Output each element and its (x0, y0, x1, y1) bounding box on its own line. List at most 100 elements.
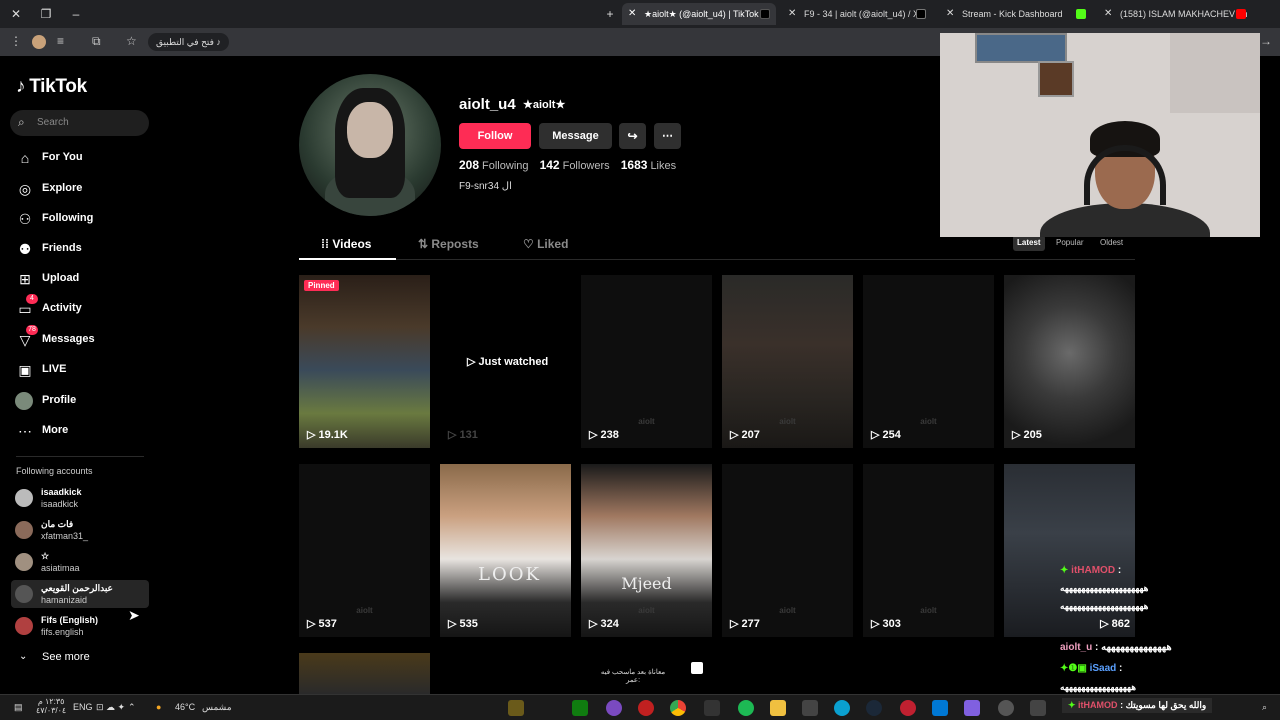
video-thumbnail[interactable]: aiolt ▷ 254 (863, 275, 994, 448)
close-tab-icon[interactable]: ✕ (946, 3, 954, 25)
video-thumbnail[interactable]: aiolt ▷ 537 (299, 464, 430, 637)
nav-for-you[interactable]: ⌂ For You (15, 146, 150, 170)
heart-icon: ♡ (523, 237, 538, 251)
restore-window-icon[interactable]: ❐ (38, 6, 54, 22)
tab-search-icon[interactable]: ≡ (57, 34, 64, 48)
sort-oldest-button[interactable]: Oldest (1096, 235, 1127, 251)
view-count: ▷ 254 (871, 429, 901, 441)
video-thumbnail[interactable] (299, 653, 430, 694)
new-tab-icon[interactable]: + (602, 6, 618, 22)
nav-profile[interactable]: Profile (15, 389, 150, 413)
chrome-icon[interactable] (670, 700, 686, 716)
extensions-icon[interactable]: ⧉ (92, 34, 101, 49)
app-icon[interactable] (508, 700, 524, 716)
nav-friends[interactable]: ⚉ Friends (15, 237, 150, 261)
profile-avatar-icon[interactable] (32, 35, 46, 49)
tab-liked[interactable]: ♡ Liked (523, 237, 568, 251)
browser-tab-youtube[interactable]: ✕ (1581) ISLAM MAKHACHEV on (1098, 3, 1252, 25)
tiktok-logo[interactable]: ♪ TikTok (16, 76, 87, 98)
more-options-icon[interactable]: ⋯ (654, 123, 681, 149)
notification-icon[interactable]: ▤ (14, 702, 23, 713)
sort-popular-button[interactable]: Popular (1052, 235, 1088, 251)
video-thumbnail[interactable]: aiolt ▷ 207 (722, 275, 853, 448)
profile-avatar[interactable] (299, 74, 441, 216)
just-watched-label: ▷ Just watched (467, 356, 549, 368)
search-input[interactable]: ⌕ Search (10, 110, 149, 136)
open-in-app-button[interactable]: فتح في التطبيق ♪ (148, 33, 229, 51)
view-count-value: 303 (882, 618, 901, 630)
app-icon[interactable] (606, 700, 622, 716)
nav-label: Friends (42, 242, 82, 254)
minimize-window-icon[interactable]: – (68, 6, 84, 22)
profile-bio: F9-snr34 ال (459, 181, 512, 192)
account-name: isaadkick (41, 487, 82, 497)
close-window-icon[interactable]: ✕ (8, 6, 24, 22)
chat-message: ✦ itHAMOD : والله يحق لها مسويتك (1062, 698, 1213, 713)
live-icon: ▣ (18, 362, 32, 378)
nav-explore[interactable]: ◎ Explore (15, 177, 150, 201)
following-account-item[interactable]: فات مان xfatman31_ (11, 516, 149, 544)
store-icon[interactable] (704, 700, 720, 716)
chat-text: ههههههههههههههههههههه (1060, 601, 1149, 611)
weather-temp[interactable]: 46°C (175, 702, 195, 712)
task-view-icon[interactable] (1030, 700, 1046, 716)
network-icon[interactable]: ⊡ ☁ ✦ (96, 702, 125, 713)
diamond-badge-icon: ✦ (1068, 700, 1079, 710)
nav-live[interactable]: ▣ LIVE (15, 358, 150, 382)
following-account-item[interactable]: عبدالرحمن القويعي hamanizaid (11, 580, 149, 608)
nav-upload[interactable]: ⊞ Upload (15, 267, 150, 291)
video-thumbnail[interactable]: aiolt ▷ 238 (581, 275, 712, 448)
background-shelf (1170, 33, 1260, 113)
app-icon[interactable] (900, 700, 916, 716)
app-icon[interactable] (638, 700, 654, 716)
close-tab-icon[interactable]: ✕ (788, 3, 796, 25)
close-tab-icon[interactable]: ✕ (628, 3, 636, 25)
forward-arrow-icon[interactable]: → (1260, 34, 1272, 48)
spotify-icon[interactable] (738, 700, 754, 716)
menu-dots-icon[interactable]: ⋮ (10, 34, 22, 48)
nav-label: More (42, 424, 69, 436)
video-thumbnail[interactable]: aiolt ▷ 277 (722, 464, 853, 637)
app-icon[interactable] (998, 700, 1014, 716)
following-account-item[interactable]: ☆ asiatimaa (11, 548, 149, 576)
search-icon: ⌕ (18, 115, 25, 129)
file-explorer-icon[interactable] (770, 700, 786, 716)
messages-badge: 78 (26, 325, 38, 335)
follow-button[interactable]: Follow (459, 123, 531, 149)
nav-more[interactable]: ⋯ More (15, 419, 150, 443)
browser-tab-kick[interactable]: ✕ Stream - Kick Dashboard (940, 3, 1092, 25)
see-more-button[interactable]: ⌄ See more (15, 649, 115, 667)
video-thumbnail[interactable]: ▷ 205 (1004, 275, 1135, 448)
outlook-icon[interactable] (932, 700, 948, 716)
clock[interactable]: ١٢:٣٥ م ٤٧/٠٣/٠٤ (36, 697, 66, 715)
share-icon[interactable]: ↪ (619, 123, 646, 149)
steam-icon[interactable] (866, 700, 882, 716)
tab-videos[interactable]: ⁞⁞ Videos (321, 237, 371, 251)
following-account-item[interactable]: isaadkick isaadkick (11, 484, 149, 512)
watermark: aiolt (920, 605, 937, 615)
tab-reposts[interactable]: ⇅ Reposts (418, 237, 479, 251)
app-icon[interactable] (802, 700, 818, 716)
search-icon[interactable]: ⌕ (1262, 702, 1267, 713)
xbox-icon[interactable] (572, 700, 588, 716)
view-count: ▷ 238 (589, 429, 619, 441)
sort-latest-button[interactable]: Latest (1013, 235, 1045, 251)
view-count: ▷ 131 (448, 429, 478, 441)
language-indicator[interactable]: ENG (73, 702, 93, 712)
video-thumbnail[interactable]: aiolt ▷ 303 (863, 464, 994, 637)
nav-activity[interactable]: ▭ 4 Activity (15, 294, 150, 321)
bookmark-star-icon[interactable]: ☆ (126, 34, 137, 48)
chat-text: : والله يحق لها مسويتك (1120, 700, 1207, 710)
browser-tab-x[interactable]: ✕ F9 - 34 | aiolt (@aiolt_u4) / X (782, 3, 932, 25)
message-button[interactable]: Message (539, 123, 612, 149)
nav-following[interactable]: ⚇ Following (15, 207, 150, 231)
copilot-icon[interactable] (964, 700, 980, 716)
nav-messages[interactable]: ▽ 78 Messages (15, 325, 150, 352)
video-thumbnail[interactable]: Mjeed aiolt ▷ 324 (581, 464, 712, 637)
browser-tab-tiktok[interactable]: ✕ ★aiolt★ (@aiolt_u4) | TikTok (622, 3, 776, 25)
chevron-up-icon[interactable]: ⌃ (128, 702, 136, 713)
video-thumbnail[interactable]: Pinned ▷ 19.1K (299, 275, 430, 448)
edge-icon[interactable] (834, 700, 850, 716)
video-thumbnail[interactable]: LOOK ▷ 535 (440, 464, 571, 637)
close-tab-icon[interactable]: ✕ (1104, 3, 1112, 25)
